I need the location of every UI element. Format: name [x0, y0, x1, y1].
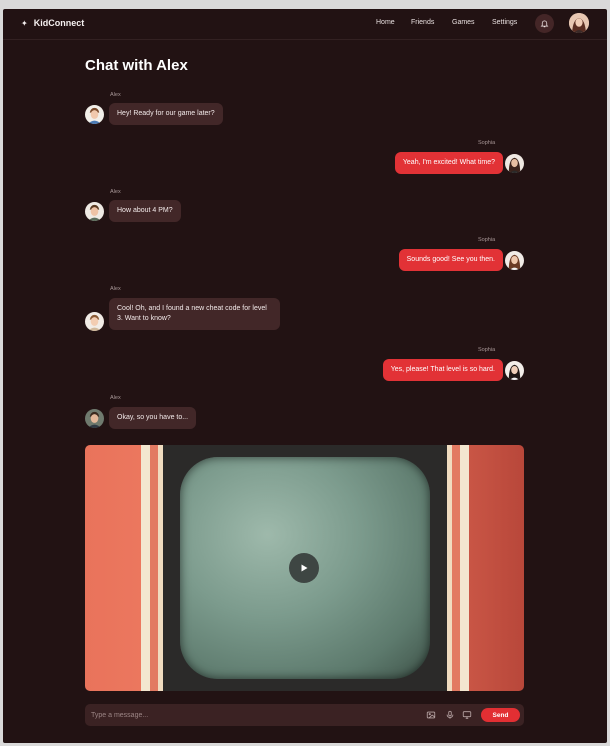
- avatar-sophia: [505, 361, 524, 380]
- bell-icon: [540, 20, 549, 28]
- notifications-button[interactable]: [535, 14, 554, 33]
- avatar-alex: [85, 409, 104, 428]
- message-sender: Sophia: [478, 140, 496, 146]
- decor-pillar: [141, 445, 150, 691]
- nav-settings[interactable]: Settings: [492, 19, 517, 26]
- nav-home[interactable]: Home: [376, 19, 395, 26]
- avatar-sophia: [505, 154, 524, 173]
- nav-friends[interactable]: Friends: [411, 19, 434, 26]
- message-bubble: Yes, please! That level is so hard.: [382, 359, 503, 381]
- profile-avatar[interactable]: [569, 13, 589, 33]
- video-player[interactable]: [85, 445, 524, 691]
- message-sender: Alex: [110, 286, 121, 292]
- message-sender: Alex: [110, 92, 121, 98]
- play-icon: [301, 564, 308, 572]
- image-icon[interactable]: [426, 710, 436, 720]
- message-bubble: Cool! Oh, and I found a new cheat code f…: [109, 298, 280, 330]
- message-sender: Alex: [110, 395, 121, 401]
- message-sender: Alex: [110, 189, 121, 195]
- decor-pillar: [452, 445, 460, 691]
- play-button[interactable]: [289, 553, 319, 583]
- decor-pillar: [150, 445, 158, 691]
- message-bubble: Okay, so you have to...: [109, 407, 197, 429]
- avatar-alex: [85, 105, 104, 124]
- screen-share-icon[interactable]: [462, 710, 472, 720]
- decor-pillar: [460, 445, 469, 691]
- app-window: ✦ KidConnect Home Friends Games Settings …: [3, 9, 607, 743]
- message-composer: Send: [85, 704, 524, 726]
- message-bubble: How about 4 PM?: [109, 200, 181, 222]
- microphone-icon[interactable]: [445, 710, 455, 720]
- avatar-sophia: [505, 251, 524, 270]
- message-bubble: Hey! Ready for our game later?: [109, 103, 223, 125]
- top-navbar: ✦ KidConnect Home Friends Games Settings: [3, 9, 607, 40]
- message-sender: Sophia: [478, 347, 496, 353]
- avatar-alex: [85, 202, 104, 221]
- nav-games[interactable]: Games: [452, 19, 475, 26]
- message-input[interactable]: [91, 708, 391, 722]
- brand-logo[interactable]: ✦ KidConnect: [21, 18, 84, 28]
- message-bubble: Sounds good! See you then.: [398, 249, 503, 271]
- brand-name: KidConnect: [33, 18, 85, 28]
- message-bubble: Yeah, I'm excited! What time?: [394, 152, 503, 174]
- page-title: Chat with Alex: [85, 57, 188, 74]
- send-button[interactable]: Send: [481, 708, 520, 722]
- message-sender: Sophia: [478, 237, 496, 243]
- sparkle-icon: ✦: [21, 19, 28, 28]
- avatar-alex: [85, 312, 104, 331]
